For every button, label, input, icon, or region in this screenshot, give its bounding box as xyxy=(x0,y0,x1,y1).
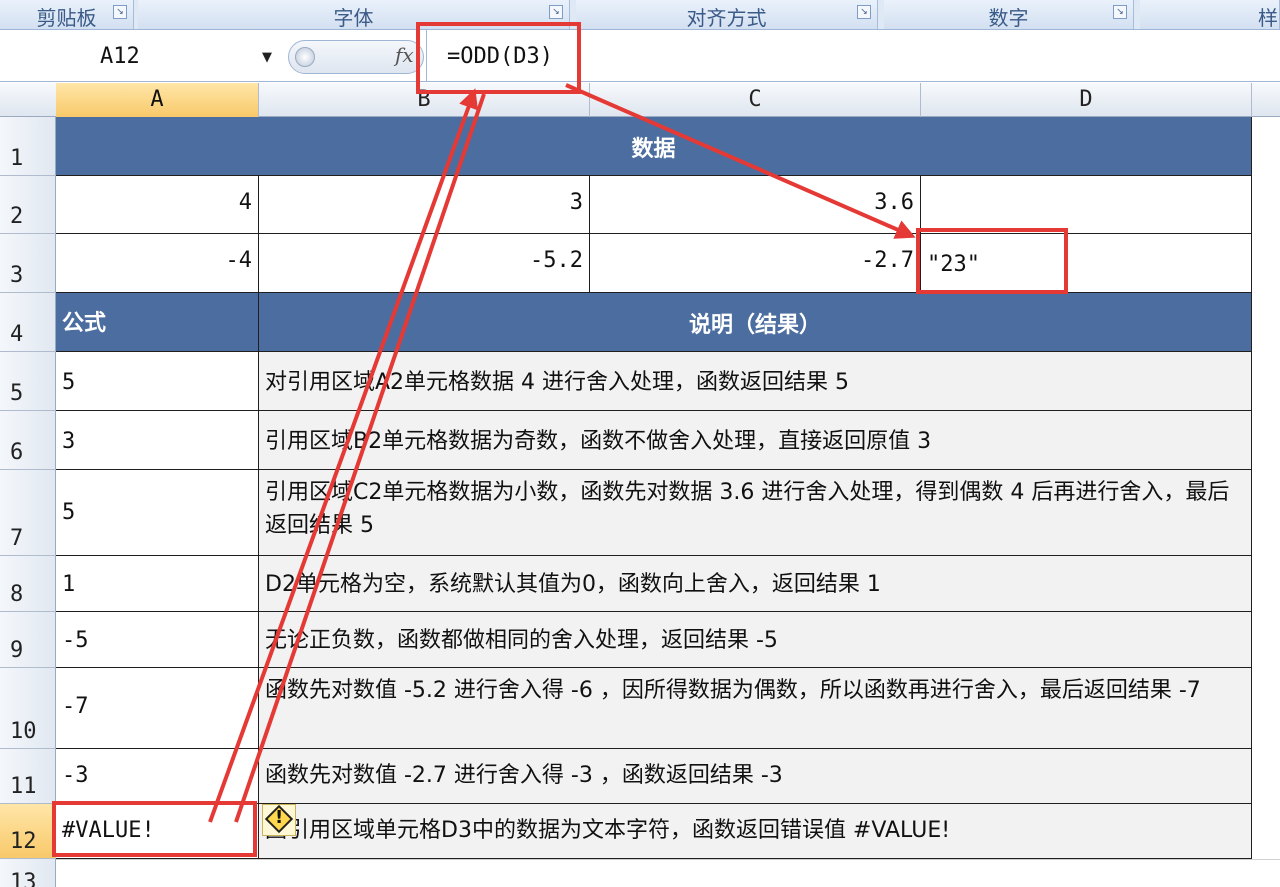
cell-c2[interactable]: 3.6 xyxy=(590,176,921,234)
formula-input[interactable]: =ODD(D3) xyxy=(426,30,1280,82)
ribbon-group-label: 数字 xyxy=(988,6,1029,30)
cell-b5[interactable]: 对引用区域A2单元格数据 4 进行舍入处理，函数返回结果 5 xyxy=(259,352,1252,411)
column-headers: A B C D xyxy=(0,83,1280,117)
worksheet-grid: 数据 4 3 3.6 -4 -5.2 -2.7 "23" 公式 说明（结果） 5… xyxy=(56,117,1280,887)
row-header-active[interactable]: 12 xyxy=(0,804,56,859)
row-header[interactable]: 5 xyxy=(0,352,56,411)
cell-b8[interactable]: D2单元格为空，系统默认其值为0，函数向上舍入，返回结果 1 xyxy=(259,556,1252,612)
cell-d3[interactable]: "23" xyxy=(921,234,1252,293)
cell-b9[interactable]: 无论正负数，函数都做相同的舍入处理，返回结果 -5 xyxy=(259,612,1252,668)
column-header-a[interactable]: A xyxy=(56,83,259,117)
row-header[interactable]: 13 xyxy=(0,859,56,887)
ribbon-group-bar: 剪贴板 ↘ 字体 ↘ 对齐方式 ↘ 数字 ↘ 样 xyxy=(0,0,1280,30)
cell-a2[interactable]: 4 xyxy=(56,176,259,234)
cell-a7[interactable]: 5 xyxy=(56,470,259,556)
cell-a11[interactable]: -3 xyxy=(56,749,259,804)
column-header-d[interactable]: D xyxy=(921,83,1252,117)
ribbon-group-clipboard[interactable]: 剪贴板 ↘ xyxy=(0,0,134,30)
row-headers: 1 2 3 4 5 6 7 8 9 10 11 12 13 xyxy=(0,117,56,887)
ribbon-group-font[interactable]: 字体 ↘ xyxy=(138,0,570,30)
row-header[interactable]: 11 xyxy=(0,749,56,804)
row-header[interactable]: 9 xyxy=(0,612,56,668)
name-box[interactable]: A12 ▼ xyxy=(0,42,282,74)
dialog-launcher-icon[interactable]: ↘ xyxy=(857,5,871,19)
error-warning-icon[interactable]: ! xyxy=(262,804,296,836)
cell-b2[interactable]: 3 xyxy=(259,176,590,234)
cell-a5[interactable]: 5 xyxy=(56,352,259,411)
cell-b11[interactable]: 函数先对数值 -2.7 进行舍入得 -3 ，函数返回结果 -3 xyxy=(259,749,1252,804)
formula-bar: A12 ▼ fx =ODD(D3) xyxy=(0,30,1280,82)
cell-a10[interactable]: -7 xyxy=(56,668,259,749)
row-header[interactable]: 10 xyxy=(0,668,56,749)
cell-b3[interactable]: -5.2 xyxy=(259,234,590,293)
dialog-launcher-icon[interactable]: ↘ xyxy=(1113,5,1127,19)
row-header[interactable]: 1 xyxy=(0,117,56,176)
cell-b6[interactable]: 引用区域B2单元格数据为奇数，函数不做舍入处理，直接返回原值 3 xyxy=(259,411,1252,470)
cell-b7[interactable]: 引用区域C2单元格数据为小数，函数先对数据 3.6 进行舍入处理，得到偶数 4 … xyxy=(259,470,1252,556)
data-header-cell[interactable]: 数据 xyxy=(56,117,1252,176)
cell-d2[interactable] xyxy=(921,176,1252,234)
chevron-down-icon[interactable]: ▼ xyxy=(262,50,272,65)
dialog-launcher-icon[interactable]: ↘ xyxy=(549,5,563,19)
formula-header-cell[interactable]: 公式 xyxy=(56,293,259,352)
row-13-empty[interactable] xyxy=(56,859,1280,887)
splitter-handle-icon[interactable] xyxy=(295,47,315,67)
formula-bar-splitter[interactable]: fx xyxy=(288,40,424,74)
column-header-b[interactable]: B xyxy=(259,83,590,117)
row-header[interactable]: 8 xyxy=(0,556,56,612)
cell-a8[interactable]: 1 xyxy=(56,556,259,612)
row-header[interactable]: 7 xyxy=(0,470,56,556)
row-header[interactable]: 3 xyxy=(0,234,56,293)
name-box-value: A12 xyxy=(100,44,140,69)
formula-text: =ODD(D3) xyxy=(447,44,553,69)
cell-a6[interactable]: 3 xyxy=(56,411,259,470)
ribbon-group-alignment[interactable]: 对齐方式 ↘ xyxy=(576,0,878,30)
description-header-cell[interactable]: 说明（结果） xyxy=(259,293,1252,352)
ribbon-group-styles[interactable]: 样 xyxy=(1140,0,1280,30)
column-header-c[interactable]: C xyxy=(590,83,921,117)
cell-a12-active[interactable]: #VALUE! xyxy=(56,804,259,859)
cell-a9[interactable]: -5 xyxy=(56,612,259,668)
ribbon-group-label: 字体 xyxy=(333,6,374,30)
cell-c3[interactable]: -2.7 xyxy=(590,234,921,293)
ribbon-group-label: 对齐方式 xyxy=(686,6,767,30)
exclamation-icon: ! xyxy=(275,807,284,828)
row-header[interactable]: 4 xyxy=(0,293,56,352)
cell-b12[interactable]: 因引用区域单元格D3中的数据为文本字符，函数返回错误值 #VALUE! xyxy=(259,804,1252,859)
column-header-e[interactable] xyxy=(1252,83,1280,117)
row-header[interactable]: 6 xyxy=(0,411,56,470)
dialog-launcher-icon[interactable]: ↘ xyxy=(113,5,127,19)
insert-function-icon[interactable]: fx xyxy=(395,43,414,67)
ribbon-group-number[interactable]: 数字 ↘ xyxy=(884,0,1134,30)
row-header[interactable]: 2 xyxy=(0,176,56,234)
ribbon-group-label: 样 xyxy=(1258,6,1278,30)
cell-a3[interactable]: -4 xyxy=(56,234,259,293)
cell-b10[interactable]: 函数先对数值 -5.2 进行舍入得 -6 ，因所得数据为偶数，所以函数再进行舍入… xyxy=(259,668,1252,749)
